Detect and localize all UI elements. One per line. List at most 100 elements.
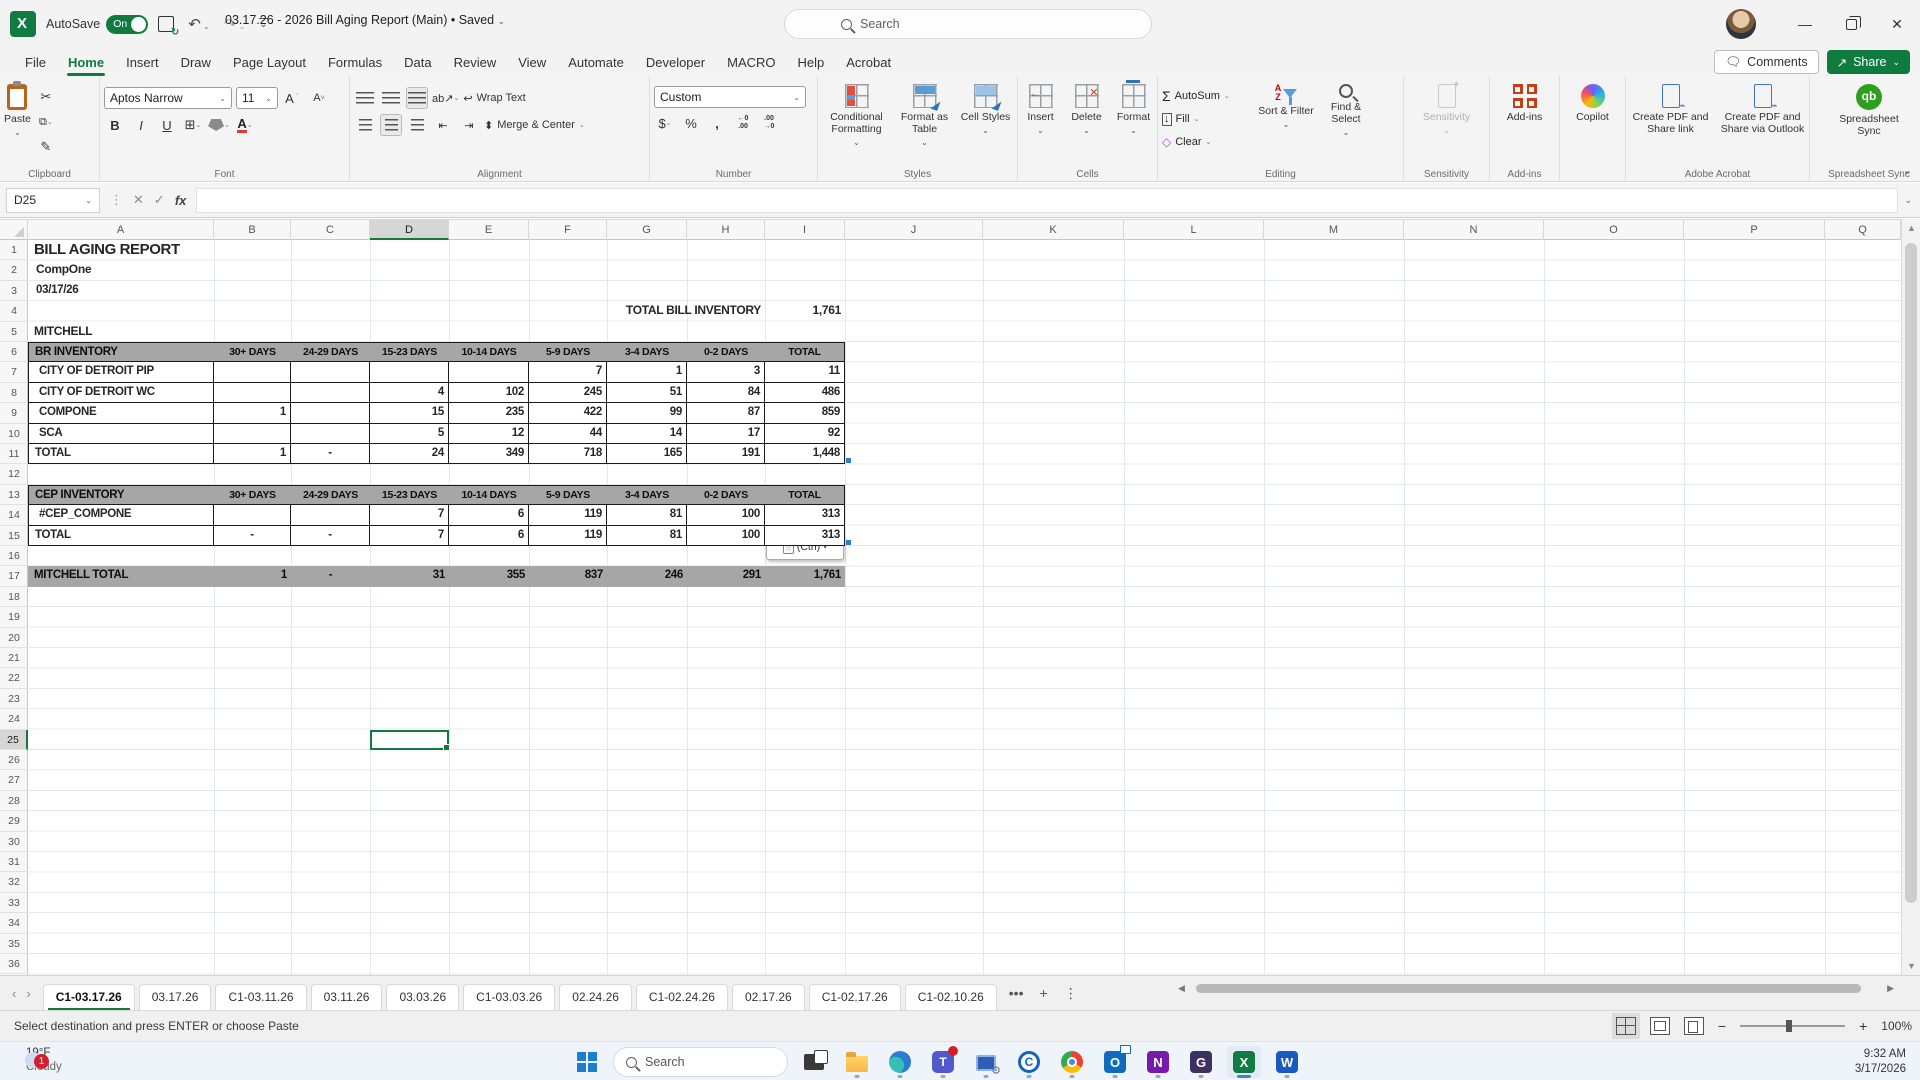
row-header-26[interactable]: 26	[0, 750, 28, 771]
row-header-15[interactable]: 15	[0, 526, 28, 546]
table-header-cep-inventory-total[interactable]: TOTAL	[765, 484, 845, 506]
cut-button[interactable]: ✂	[35, 86, 57, 108]
cell-H7[interactable]: 3	[687, 362, 765, 383]
table-header-br-inventory[interactable]: BR INVENTORY	[28, 342, 214, 363]
table-header-br-inventory-5-9-days[interactable]: 5-9 DAYS	[529, 342, 607, 363]
formula-input[interactable]	[196, 187, 1899, 213]
cell-C8[interactable]	[291, 382, 370, 404]
sheet-tab-c1-02-10-26[interactable]: C1-02.10.26	[904, 983, 997, 1011]
taskbar-onenote-icon[interactable]: N	[1141, 1046, 1175, 1078]
paste-button[interactable]: Paste ⌄	[4, 80, 31, 164]
menu-tab-home[interactable]: Home	[57, 51, 115, 76]
sort-filter-button[interactable]: AZ Sort & Filter ⌄	[1258, 80, 1314, 164]
sheet-tab-03-03-26[interactable]: 03.03.26	[386, 983, 460, 1011]
column-header-H[interactable]: H	[687, 220, 765, 240]
column-header-P[interactable]: P	[1684, 220, 1825, 240]
confirm-entry-icon[interactable]: ✓	[154, 192, 165, 208]
row-header-6[interactable]: 6	[0, 342, 28, 363]
cell-G8[interactable]: 51	[607, 382, 687, 404]
row-header-5[interactable]: 5	[0, 322, 28, 342]
cell-B9[interactable]: 1	[214, 403, 291, 424]
cell-I11[interactable]: 1,448	[765, 444, 845, 465]
row-header-2[interactable]: 2	[0, 260, 28, 281]
cell-H10[interactable]: 17	[687, 423, 765, 444]
report-title[interactable]: BILL AGING REPORT	[28, 240, 529, 260]
menu-tab-data[interactable]: Data	[393, 51, 442, 74]
cell-A9[interactable]: COMPONE	[28, 403, 214, 424]
report-date[interactable]: 03/17/26	[28, 281, 214, 301]
sheet-tab-c1-03-11-26[interactable]: C1-03.11.26	[215, 983, 307, 1011]
cell-E17[interactable]: 355	[449, 566, 529, 587]
format-cells-button[interactable]: Format ⌄	[1112, 80, 1156, 164]
cell-D9[interactable]: 15	[370, 403, 449, 424]
user-avatar[interactable]	[1726, 9, 1756, 39]
row-header-8[interactable]: 8	[0, 383, 28, 404]
decrease-decimal-button[interactable]: .00 →0	[758, 112, 780, 134]
row-header-24[interactable]: 24	[0, 709, 28, 730]
taskbar-search-input[interactable]: Search	[613, 1047, 788, 1077]
cell-B15[interactable]: -	[214, 525, 291, 546]
normal-view-icon[interactable]	[1611, 1013, 1640, 1039]
cell-A17[interactable]: MITCHELL TOTAL	[28, 566, 214, 587]
taskbar-word-icon[interactable]: W	[1270, 1046, 1304, 1078]
sheet-tab-02-17-26[interactable]: 02.17.26	[731, 983, 805, 1011]
cell-B11[interactable]: 1	[214, 444, 291, 465]
restore-button[interactable]	[1828, 0, 1874, 48]
table-header-cep-inventory-5-9-days[interactable]: 5-9 DAYS	[529, 484, 607, 506]
column-header-J[interactable]: J	[845, 220, 983, 240]
align-middle-icon[interactable]	[380, 87, 402, 109]
taskbar-teams-icon[interactable]: T	[926, 1046, 960, 1078]
cell-H9[interactable]: 87	[687, 403, 765, 424]
row-header-34[interactable]: 34	[0, 913, 28, 934]
conditional-formatting-button[interactable]: Conditional Formatting ⌄	[824, 80, 890, 164]
cell-E15[interactable]: 6	[449, 525, 529, 546]
tab-overflow-button[interactable]: •••	[1001, 985, 1032, 1001]
sheet-tab-c1-03-03-26[interactable]: C1-03.03.26	[463, 983, 556, 1011]
format-painter-button[interactable]: ✎	[35, 136, 57, 158]
new-sheet-button[interactable]: +	[1032, 985, 1056, 1001]
company-name[interactable]: CompOne	[28, 260, 291, 280]
total-bill-inventory-label[interactable]: TOTAL BILL INVENTORY	[28, 301, 765, 321]
cell-G14[interactable]: 81	[607, 505, 687, 526]
increase-indent-icon[interactable]: ⇥	[458, 114, 480, 136]
taskbar-outlook-icon[interactable]: O	[1098, 1045, 1132, 1078]
row-header-20[interactable]: 20	[0, 628, 28, 648]
cell-C17[interactable]: -	[291, 566, 370, 587]
row-header-4[interactable]: 4	[0, 301, 28, 322]
taskbar-g-app-icon[interactable]: G	[1184, 1046, 1218, 1078]
row-header-18[interactable]: 18	[0, 587, 28, 608]
cell-I8[interactable]: 486	[765, 382, 845, 404]
clear-button[interactable]: ◇ Clear ⌄	[1162, 132, 1254, 152]
start-button[interactable]	[570, 1046, 604, 1078]
total-bill-inventory-value[interactable]: 1,761	[765, 301, 845, 321]
column-header-I[interactable]: I	[765, 220, 845, 240]
fill-color-button[interactable]: ⌄	[208, 114, 230, 136]
decrease-font-icon[interactable]: A ˅	[308, 87, 330, 109]
merge-center-button[interactable]: ⬍ Merge & Center ⌄	[484, 114, 585, 136]
row-header-30[interactable]: 30	[0, 832, 28, 852]
zoom-in-icon[interactable]: +	[1859, 1018, 1867, 1034]
zoom-slider[interactable]	[1740, 1020, 1846, 1032]
cell-G7[interactable]: 1	[607, 362, 687, 383]
cell-F11[interactable]: 718	[529, 444, 607, 465]
cell-F7[interactable]: 7	[529, 362, 607, 383]
menu-tab-insert[interactable]: Insert	[115, 51, 170, 74]
row-headers[interactable]: 1 2 3 4 5 6 7 8 9 10 11 12 13 14 15 16 17 18 19 20 21 22 23 24 2…	[0, 240, 28, 975]
table-header-cep-inventory-0-2-days[interactable]: 0-2 DAYS	[687, 484, 765, 506]
cell-B17[interactable]: 1	[214, 566, 291, 587]
cell-B7[interactable]	[214, 362, 291, 383]
comments-button[interactable]: 🗨 Comments	[1714, 50, 1819, 74]
column-header-B[interactable]: B	[214, 220, 291, 240]
cell-G17[interactable]: 246	[607, 566, 687, 587]
row-header-11[interactable]: 11	[0, 444, 28, 465]
row-header-19[interactable]: 19	[0, 607, 28, 628]
cell-E9[interactable]: 235	[449, 403, 529, 424]
cell-D7[interactable]	[370, 362, 449, 383]
delete-cells-button[interactable]: Delete⌄	[1066, 80, 1108, 164]
format-as-table-button[interactable]: Format as Table ⌄	[894, 80, 956, 164]
align-right-icon[interactable]	[406, 114, 428, 136]
number-format-select[interactable]: Custom ⌄	[654, 86, 806, 108]
cell-H14[interactable]: 100	[687, 505, 765, 526]
increase-font-icon[interactable]: A ＾	[282, 87, 304, 109]
scroll-left-icon[interactable]: ◀	[1178, 983, 1185, 994]
